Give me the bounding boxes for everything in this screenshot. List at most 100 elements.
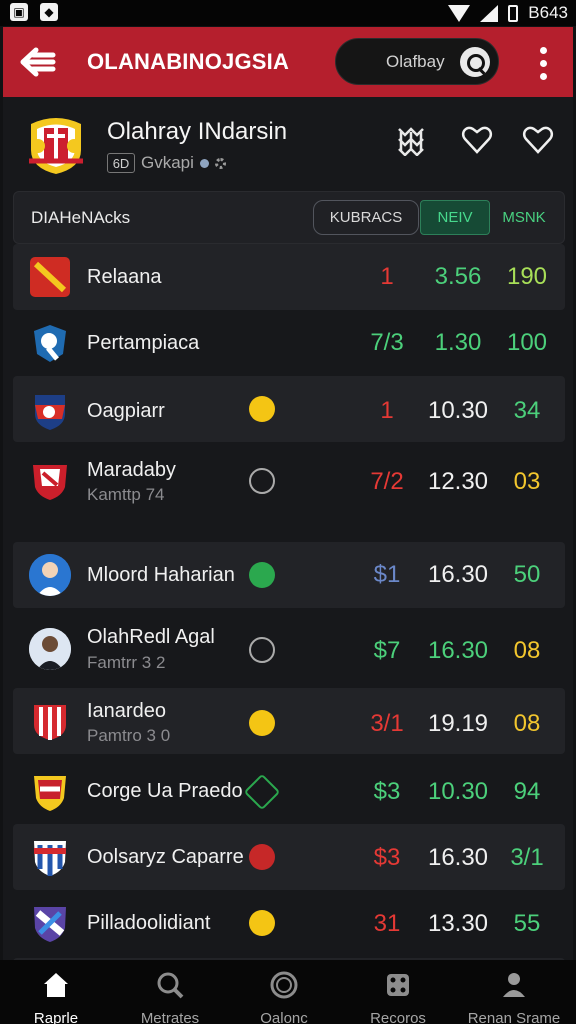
filter-segment-1[interactable]: KUBRACS [313, 200, 419, 235]
team-row-value-2: 16.30 [427, 844, 489, 871]
team-row-name: Corge Ua Praedo [87, 780, 243, 802]
download-icon: ◆ [40, 3, 58, 21]
team-row-subtitle: Kamttp 74 [87, 485, 165, 504]
table-filter-bar: DIAHeNAcks KUBRACS NEIV MSNK [13, 191, 565, 244]
follow-heart-icon[interactable] [522, 124, 554, 156]
team-row-value-3: 08 [513, 637, 541, 664]
team-shield-logo [30, 837, 70, 877]
nav-home[interactable]: Raprle [4, 966, 108, 1024]
nav-home-label: Raprle [33, 1010, 79, 1024]
more-dot-icon [539, 46, 547, 54]
top-bar: OLANABINOJGSIA [3, 27, 573, 97]
player-avatar [29, 628, 71, 670]
battery-icon [508, 4, 519, 22]
team-row-subtitle: Famtrr 3 2 [87, 653, 166, 672]
team-row-name: Oolsaryz Caparre [87, 846, 244, 868]
home-icon [44, 973, 68, 997]
team-row[interactable]: Pilladoolidiant 31 13.30 55 [13, 890, 565, 956]
status-badge-icon [243, 773, 281, 811]
team-row-value-3: 190 [506, 263, 548, 290]
status-badge-icon [249, 562, 275, 588]
search-box[interactable] [335, 38, 499, 85]
nav-calendar-label: Oalonc [260, 1010, 308, 1024]
nav-records[interactable]: Recoros [346, 966, 450, 1024]
pattern-icon[interactable] [396, 124, 428, 157]
team-row-name: Relaana [87, 266, 162, 288]
favorite-heart-icon[interactable] [461, 124, 493, 156]
nav-profile[interactable]: Renan Srame [462, 966, 566, 1024]
status-badge-icon [249, 844, 275, 870]
search-input[interactable] [386, 49, 458, 75]
team-row-value-2: 3.56 [434, 263, 482, 290]
search-icon[interactable] [460, 47, 490, 77]
more-dot-icon [539, 72, 547, 80]
team-shield-logo [30, 772, 70, 812]
status-bar: ▣ ◆ B643 [0, 0, 576, 26]
team-row-name: Ianardeo [87, 700, 166, 722]
team-meta-text: Gvkapi [141, 153, 194, 172]
nav-profile-label: Renan Srame [467, 1010, 561, 1024]
player-avatar [29, 554, 71, 596]
team-row-value-2: 10.30 [427, 778, 489, 805]
team-header: Olahray INdarsin 6D Gvkapi [3, 97, 573, 197]
status-badge-icon [249, 710, 275, 736]
team-row-name: Pertampiaca [87, 332, 200, 354]
status-left-icons: ▣ ◆ [10, 3, 58, 21]
team-row-value-1: 31 [373, 910, 401, 937]
team-meta: 6D Gvkapi [107, 153, 226, 173]
metrics-search-icon [157, 972, 184, 999]
team-row-value-1: $7 [373, 637, 401, 664]
notification-icon: ▣ [10, 3, 28, 21]
filter-segment-2[interactable]: NEIV [420, 200, 490, 235]
nav-records-label: Recoros [370, 1010, 426, 1024]
team-shield-logo [30, 701, 70, 741]
back-button[interactable] [19, 45, 61, 79]
team-row-value-3: 55 [513, 910, 541, 937]
team-shield-logo [30, 461, 70, 501]
clock-icon [249, 468, 275, 494]
team-row[interactable]: OlahRedl Agal Famtrr 3 2 $7 16.30 08 [13, 608, 565, 688]
team-row-value-1: $3 [373, 844, 401, 871]
filter-segment-3[interactable]: MSNK [492, 200, 556, 235]
team-row[interactable]: Oagpiarr 1 10.30 34 [13, 376, 565, 442]
team-row-value-2: 1.30 [434, 329, 482, 356]
team-row[interactable]: Relaana 1 3.56 190 [13, 244, 565, 310]
status-badge-icon [249, 396, 275, 422]
team-row-value-1: 7/3 [370, 329, 404, 356]
nav-metrics[interactable]: Metrates [118, 966, 222, 1024]
bottom-navigation: Raprle Metrates Oalonc Recoros Renan Sra… [0, 960, 576, 1024]
table-filter-label: DIAHeNAcks [31, 208, 131, 227]
team-row-value-2: 10.30 [427, 397, 489, 424]
team-row-value-2: 13.30 [427, 910, 489, 937]
team-row-value-1: 3/1 [370, 710, 404, 737]
team-row-value-3: 08 [513, 710, 541, 737]
app-screen: OLANABINOJGSIA Olahray INdarsin 6D [3, 27, 573, 960]
team-row[interactable]: Maradaby Kamttp 74 7/2 12.30 03 [13, 442, 565, 520]
team-row-value-3: 34 [513, 397, 541, 424]
team-row-value-1: 1 [380, 263, 394, 290]
team-row-value-3: 50 [513, 561, 541, 588]
clock-icon [249, 637, 275, 663]
team-row-name: Pilladoolidiant [87, 912, 211, 934]
team-row[interactable]: Ianardeo Pamtro 3 0 3/1 19.19 08 [13, 688, 565, 754]
team-row-value-1: 1 [380, 397, 394, 424]
nav-calendar[interactable]: Oalonc [232, 966, 336, 1024]
team-shield-logo [30, 903, 70, 943]
team-crest-logo [23, 112, 89, 176]
team-row-value-1: $1 [373, 561, 401, 588]
team-row-value-2: 16.30 [427, 637, 489, 664]
status-right-icons: B643 [448, 3, 568, 23]
more-menu-button[interactable] [535, 43, 551, 83]
nav-metrics-label: Metrates [140, 1010, 200, 1024]
team-row[interactable]: Oolsaryz Caparre $3 16.30 3/1 [13, 824, 565, 890]
team-row[interactable]: Corge Ua Praedo $3 10.30 94 [13, 760, 565, 824]
target-icon [270, 971, 298, 999]
signal-icon [480, 4, 499, 22]
settings-icon [214, 157, 226, 169]
team-row[interactable]: Pertampiaca 7/3 1.30 100 [13, 310, 565, 376]
profile-icon [503, 973, 525, 997]
records-dice-icon [387, 974, 409, 996]
back-arrow-icon [20, 47, 56, 77]
team-row[interactable]: Mloord Haharian $1 16.30 50 [13, 542, 565, 608]
team-row-name: Mloord Haharian [87, 564, 235, 586]
